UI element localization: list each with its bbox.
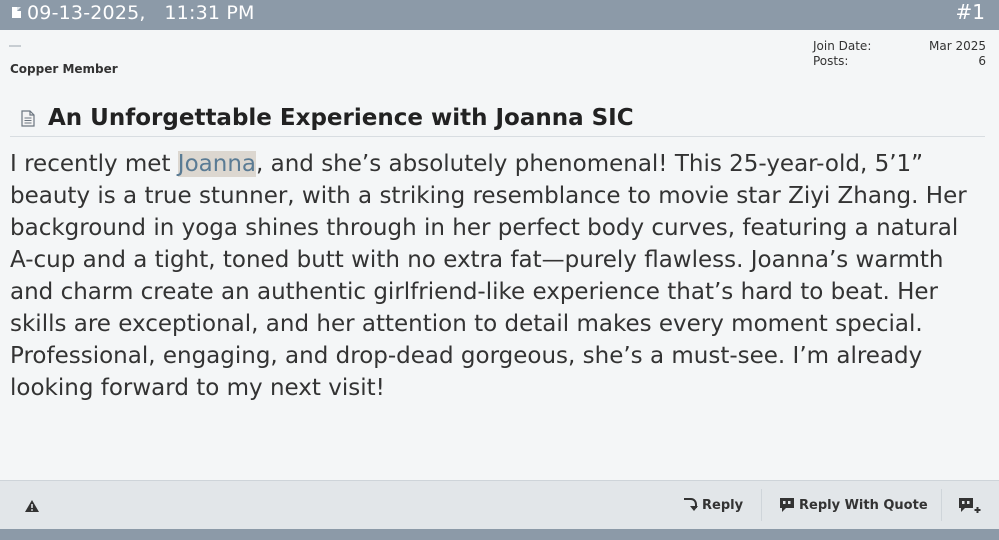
user-info-panel: Copper Member Join Date: Mar 2025 Posts:… xyxy=(0,30,999,88)
reply-arrow-icon xyxy=(684,498,698,511)
posts-label: Posts: xyxy=(813,54,849,68)
join-date-label: Join Date: xyxy=(813,39,872,53)
user-stats: Join Date: Mar 2025 Posts: 6 xyxy=(813,39,986,69)
quote-bubble-icon xyxy=(780,498,794,512)
body-text-start: I recently met xyxy=(10,151,178,177)
join-date-value: Mar 2025 xyxy=(929,39,986,53)
reply-button[interactable]: Reply xyxy=(682,495,746,517)
post-icon xyxy=(21,110,35,127)
footer-divider xyxy=(941,489,942,521)
user-rank: Copper Member xyxy=(10,62,118,76)
reply-with-quote-label: Reply With Quote xyxy=(799,498,928,513)
post-datetime: 09-13-2025, 11:31 PM xyxy=(27,2,255,24)
reply-with-quote-button[interactable]: Reply With Quote xyxy=(779,495,929,517)
warning-icon[interactable] xyxy=(24,498,40,512)
footer-divider xyxy=(761,489,762,521)
post-header-bar: 09-13-2025, 11:31 PM #1 xyxy=(0,0,999,30)
post-title-row: An Unforgettable Experience with Joanna … xyxy=(10,102,985,137)
next-post-header-bar xyxy=(0,529,999,540)
body-text-rest: , and she’s absolutely phenomenal! This … xyxy=(10,151,967,401)
reply-label: Reply xyxy=(702,498,744,513)
multi-quote-icon xyxy=(959,498,981,513)
post-title: An Unforgettable Experience with Joanna … xyxy=(48,105,634,131)
post-content: An Unforgettable Experience with Joanna … xyxy=(0,88,999,480)
username-link[interactable] xyxy=(9,35,109,49)
posts-value: 6 xyxy=(978,54,986,68)
post-number-link[interactable]: #1 xyxy=(956,0,985,24)
post-body: I recently met Joanna, and she’s absolut… xyxy=(10,148,985,404)
multi-quote-button[interactable] xyxy=(958,495,984,517)
document-icon xyxy=(12,7,21,18)
highlighted-search-term: Joanna xyxy=(177,151,256,177)
post-footer: Reply Reply With Quote xyxy=(0,480,999,529)
